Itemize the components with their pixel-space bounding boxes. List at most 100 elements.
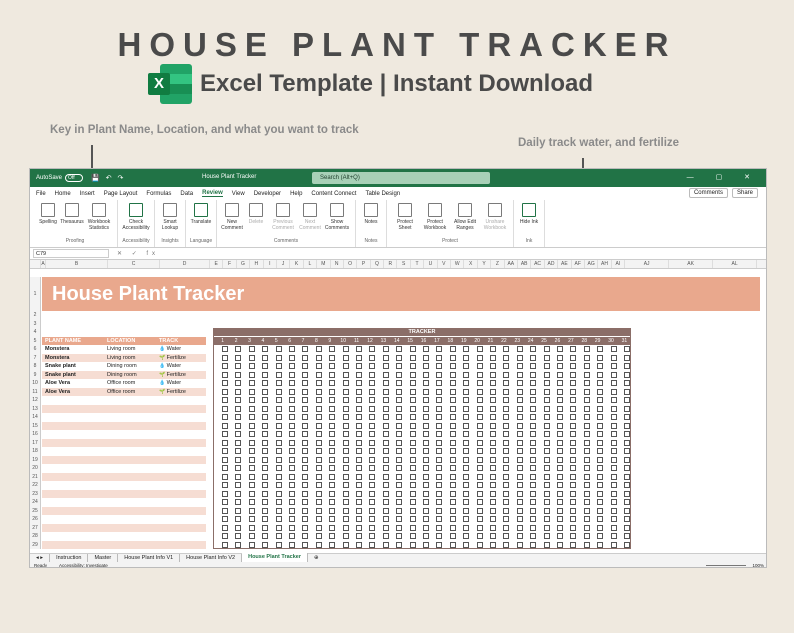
row-header-21[interactable]: 21 xyxy=(30,472,41,481)
cell-location[interactable]: Office room xyxy=(104,387,156,396)
cell-track[interactable] xyxy=(156,515,206,524)
cell-name[interactable] xyxy=(42,515,104,524)
column-header-AJ[interactable]: AJ xyxy=(625,260,670,268)
row-header-10[interactable]: 10 xyxy=(30,379,41,388)
cell-name[interactable] xyxy=(42,404,104,413)
menu-item-page-layout[interactable]: Page Layout xyxy=(104,191,138,197)
translate-button[interactable]: Translate xyxy=(189,200,213,238)
table-row[interactable] xyxy=(42,396,206,405)
column-header-AF[interactable]: AF xyxy=(572,260,585,268)
column-header-AI[interactable]: AI xyxy=(612,260,626,268)
window-controls[interactable]: — ▢ ✕ xyxy=(687,173,760,181)
row-header-1[interactable]: 1 xyxy=(30,277,41,311)
cell-location[interactable] xyxy=(104,396,156,405)
select-all-corner[interactable] xyxy=(30,260,41,268)
table-row[interactable] xyxy=(42,472,206,481)
new-comment-button[interactable]: New Comment xyxy=(220,200,244,238)
row-header-13[interactable]: 13 xyxy=(30,404,41,413)
column-header-K[interactable]: K xyxy=(290,260,304,268)
cell-name[interactable]: Aloe Vera xyxy=(42,387,104,396)
column-header-AB[interactable]: AB xyxy=(518,260,532,268)
column-header-AC[interactable]: AC xyxy=(531,260,545,268)
autosave-toggle[interactable]: AutoSave Off xyxy=(36,174,84,182)
menu-item-data[interactable]: Data xyxy=(180,191,193,197)
column-header-I[interactable]: I xyxy=(264,260,277,268)
row-header-26[interactable]: 26 xyxy=(30,515,41,524)
delete-button[interactable]: Delete xyxy=(244,200,268,238)
cell-location[interactable] xyxy=(104,515,156,524)
column-header-O[interactable]: O xyxy=(344,260,358,268)
row-header-4[interactable]: 4 xyxy=(30,328,41,337)
table-row[interactable] xyxy=(42,498,206,507)
row-header-24[interactable]: 24 xyxy=(30,498,41,507)
cell-name[interactable] xyxy=(42,472,104,481)
cell-location[interactable]: Living room xyxy=(104,353,156,362)
cell-location[interactable] xyxy=(104,438,156,447)
row-header-6[interactable]: 6 xyxy=(30,345,41,354)
column-header-AE[interactable]: AE xyxy=(558,260,572,268)
cell-location[interactable] xyxy=(104,455,156,464)
table-row[interactable]: Aloe Vera Office room 💧 Water xyxy=(42,379,206,388)
table-row[interactable]: Monstera Living room 🌱 Fertilize xyxy=(42,353,206,362)
check-accessibility-button[interactable]: Check Accessibility xyxy=(121,200,151,238)
cell-track[interactable] xyxy=(156,523,206,532)
cell-name[interactable] xyxy=(42,396,104,405)
table-row[interactable] xyxy=(42,523,206,532)
column-header-AD[interactable]: AD xyxy=(545,260,559,268)
quick-access-icons[interactable]: 💾 ↶ ↷ xyxy=(91,174,125,182)
zoom-level[interactable]: 100% xyxy=(752,563,764,567)
cell-location[interactable] xyxy=(104,447,156,456)
hide-ink-button[interactable]: Hide Ink xyxy=(517,200,541,238)
cell-name[interactable] xyxy=(42,430,104,439)
cell-track[interactable]: 💧 Water xyxy=(156,379,206,388)
comments-button[interactable]: Comments xyxy=(688,188,728,198)
row-header-18[interactable]: 18 xyxy=(30,447,41,456)
name-box[interactable]: C79 xyxy=(33,249,109,258)
column-header-H[interactable]: H xyxy=(250,260,264,268)
menu-item-file[interactable]: File xyxy=(36,191,46,197)
zoom-slider[interactable] xyxy=(706,565,746,566)
status-accessibility[interactable]: Accessibility: Investigate xyxy=(59,563,108,567)
table-row[interactable] xyxy=(42,464,206,473)
cell-track[interactable] xyxy=(156,447,206,456)
spelling-button[interactable]: Spelling xyxy=(36,200,60,238)
row-header-16[interactable]: 16 xyxy=(30,430,41,439)
column-header-D[interactable]: D xyxy=(160,260,210,268)
column-header-X[interactable]: X xyxy=(464,260,478,268)
cell-name[interactable] xyxy=(42,464,104,473)
cell-track[interactable] xyxy=(156,421,206,430)
table-row[interactable]: Monstera Living room 💧 Water xyxy=(42,345,206,354)
column-header-N[interactable]: N xyxy=(331,260,344,268)
cell-track[interactable] xyxy=(156,481,206,490)
cell-name[interactable] xyxy=(42,438,104,447)
table-row[interactable]: Aloe Vera Office room 🌱 Fertilize xyxy=(42,387,206,396)
cell-track[interactable] xyxy=(156,455,206,464)
table-row[interactable] xyxy=(42,438,206,447)
column-header-U[interactable]: U xyxy=(424,260,438,268)
column-header-P[interactable]: P xyxy=(357,260,371,268)
cell-track[interactable]: 💧 Water xyxy=(156,345,206,354)
column-header-Z[interactable]: Z xyxy=(491,260,505,268)
share-button[interactable]: Share xyxy=(731,188,758,198)
cell-location[interactable] xyxy=(104,472,156,481)
row-header-17[interactable]: 17 xyxy=(30,438,41,447)
cell-track[interactable] xyxy=(156,540,206,549)
cell-location[interactable] xyxy=(104,481,156,490)
cell-name[interactable] xyxy=(42,447,104,456)
column-header-J[interactable]: J xyxy=(277,260,291,268)
row-header-7[interactable]: 7 xyxy=(30,353,41,362)
cell-location[interactable]: Dining room xyxy=(104,362,156,371)
notes-button[interactable]: Notes xyxy=(359,200,383,238)
column-header-L[interactable]: L xyxy=(304,260,318,268)
previous-comment-button[interactable]: Previous Comment xyxy=(268,200,298,238)
row-header-20[interactable]: 20 xyxy=(30,464,41,473)
workbook-statistics-button[interactable]: Workbook Statistics xyxy=(84,200,114,238)
cell-name[interactable]: Monstera xyxy=(42,345,104,354)
row-header-5[interactable]: 5 xyxy=(30,336,41,345)
column-header-W[interactable]: W xyxy=(451,260,465,268)
next-comment-button[interactable]: Next Comment xyxy=(298,200,322,238)
menu-item-help[interactable]: Help xyxy=(290,191,302,197)
allow-edit-ranges-button[interactable]: Allow Edit Ranges xyxy=(450,200,480,238)
table-row[interactable] xyxy=(42,540,206,549)
row-header-27[interactable]: 27 xyxy=(30,523,41,532)
